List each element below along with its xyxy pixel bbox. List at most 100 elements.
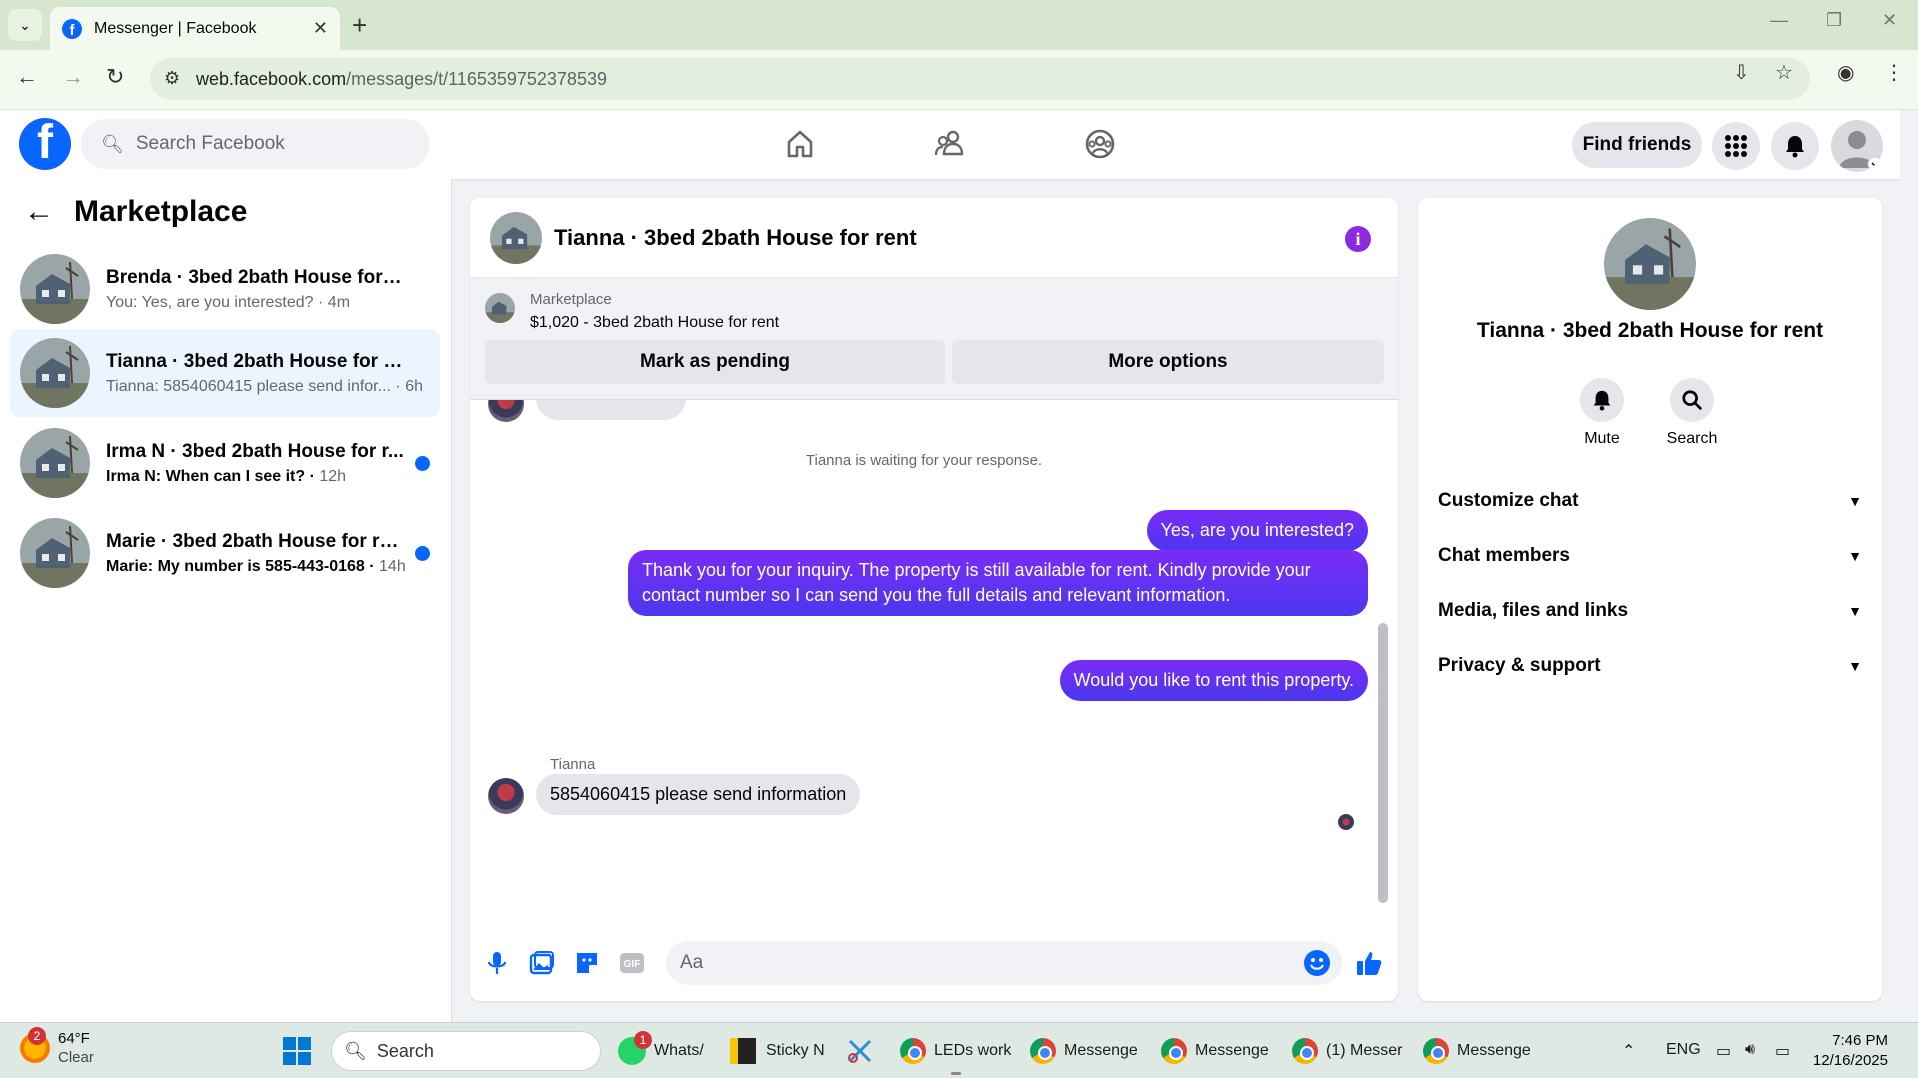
more-options-button[interactable]: More options [952,340,1384,384]
chrome-messenger-taskbar-item[interactable]: Messenge [1161,1033,1269,1069]
sticky-notes-icon [730,1038,756,1064]
chrome-leds-taskbar-item[interactable]: LEDs work [900,1033,1011,1075]
weather-widget[interactable]: 2 64°F Clear [20,1027,94,1067]
sticky-notes-taskbar-item[interactable]: Sticky N [730,1033,825,1069]
customize-chat-section[interactable]: Customize chat ▼ [1438,481,1862,521]
new-tab-button[interactable]: + [352,10,367,41]
scrollbar-thumb[interactable] [1378,623,1388,903]
friends-nav-icon[interactable] [920,124,980,164]
gif-icon[interactable]: GIF [617,948,647,978]
facebook-logo-icon[interactable]: f [19,118,71,170]
taskbar-clock[interactable]: 7:46 PM 12/16/2025 [1813,1031,1888,1071]
tab-search-button[interactable]: ⌄ [8,9,42,41]
privacy-support-section[interactable]: Privacy & support ▼ [1438,646,1862,686]
snipping-tool-icon[interactable] [846,1033,874,1069]
whatsapp-label: Whats/ [654,1042,704,1059]
emoji-icon[interactable] [1304,950,1330,976]
mute-button[interactable]: Mute [1562,378,1642,448]
search-conversation-button[interactable]: Search [1652,378,1732,448]
volume-icon[interactable]: 🔊︎ [1745,1041,1755,1059]
mute-label: Mute [1584,430,1620,447]
url-field[interactable]: ⚙ web.facebook.com/messages/t/1165359752… [150,58,1810,100]
bookmark-star-icon[interactable]: ☆ [1775,60,1793,85]
mark-as-pending-button[interactable]: Mark as pending [485,340,945,384]
media-files-links-section[interactable]: Media, files and links ▼ [1438,591,1862,631]
groups-nav-icon[interactable] [1070,124,1130,164]
section-label: Privacy & support [1438,655,1601,676]
reload-icon[interactable]: ↻ [106,64,124,90]
language-indicator[interactable]: ENG [1666,1041,1701,1059]
microphone-icon[interactable] [482,948,512,978]
section-label: Chat members [1438,545,1570,566]
facebook-search-input[interactable]: 🔍︎ Search Facebook [81,119,430,169]
conversation-item[interactable]: Brenda · 3bed 2bath House for rent You: … [10,245,440,333]
taskbar-search[interactable]: 🔍︎ Search [331,1031,601,1071]
browser-menu-icon[interactable]: ⋮ [1884,60,1904,85]
chat-house-thumbnail[interactable] [490,211,542,264]
chrome-icon [1292,1038,1318,1064]
house-thumbnail [20,428,90,498]
weather-badge: 2 [28,1027,46,1045]
message-thread: Tianna is waiting for your response. Yes… [470,400,1398,930]
weather-condition: Clear [58,1049,94,1066]
profile-icon[interactable]: ◉ [1837,60,1854,85]
conversation-preview: Tianna: 5854060415 please send infor... … [106,377,423,395]
conversation-item-active[interactable]: Tianna · 3bed 2bath House for rent Tiann… [10,329,440,417]
find-friends-button[interactable]: Find friends [1572,122,1702,168]
notifications-bell-icon[interactable] [1771,122,1819,170]
read-receipt-avatar [1338,814,1354,830]
details-house-thumbnail [1604,218,1696,310]
preview-text: Marie: My number is 585-443-0168 [106,557,365,575]
conversation-item[interactable]: Irma N · 3bed 2bath House for r... Irma … [10,419,440,507]
chat-members-section[interactable]: Chat members ▼ [1438,536,1862,576]
forward-icon[interactable]: → [62,64,84,90]
chrome-messenger-taskbar-item[interactable]: Messenge [1030,1033,1138,1069]
page-scrollbar[interactable] [1900,110,1918,1022]
home-nav-icon[interactable] [770,124,830,164]
whatsapp-taskbar-item[interactable]: 1 Whats/ [618,1031,704,1069]
sidebar-header: ← Marketplace [24,195,247,229]
search-placeholder: Search Facebook [135,133,285,154]
marketplace-listing-banner: Marketplace $1,020 - 3bed 2bath House fo… [470,278,1398,400]
windows-start-icon[interactable] [282,1033,312,1069]
account-avatar[interactable] [1831,120,1883,172]
message-bubble-in: 5854060415 please send information [536,774,861,815]
network-icon[interactable]: ▭ [1716,1041,1731,1061]
battery-icon[interactable]: ▭ [1775,1041,1790,1061]
browser-tab[interactable]: f Messenger | Facebook ✕ [50,7,340,50]
restore-icon[interactable]: ❐ [1826,10,1842,31]
info-icon[interactable]: i [1345,226,1371,252]
thumbs-up-icon[interactable] [1354,948,1384,978]
preview-time: 14h [379,557,406,575]
message-input[interactable]: Aa [666,941,1342,985]
conversation-name: Tianna · 3bed 2bath House for rent [106,350,406,372]
weather-temp: 64°F [58,1030,90,1047]
minimize-icon[interactable]: — [1770,10,1788,31]
whatsapp-icon: 1 [618,1031,652,1065]
chrome-icon [1030,1038,1056,1064]
chrome-messenger-taskbar-item[interactable]: Messenge [1423,1033,1531,1069]
svg-text:GIF: GIF [624,959,641,970]
photo-attach-icon[interactable] [527,948,557,978]
conversation-item[interactable]: Marie · 3bed 2bath House for rent Marie:… [10,509,440,597]
conversation-preview: Irma N: When can I see it? · 12h [106,467,347,485]
preview-time: 4m [327,293,351,311]
back-arrow-icon[interactable]: ← [24,195,54,229]
search-icon [1670,378,1714,422]
whatsapp-badge: 1 [634,1031,652,1049]
close-tab-icon[interactable]: ✕ [313,18,328,39]
message-bubble-out: Thank you for your inquiry. The property… [628,550,1368,616]
menu-grid-icon[interactable] [1712,122,1760,170]
chat-title[interactable]: Tianna · 3bed 2bath House for rent [554,225,917,251]
install-app-icon[interactable]: ⇩ [1733,60,1750,85]
thread-scrollbar[interactable] [1378,403,1388,923]
listing-title[interactable]: $1,020 - 3bed 2bath House for rent [530,314,779,332]
show-hidden-icons-icon[interactable]: ⌃ [1622,1041,1635,1061]
messenger-label: (1) Messer [1326,1042,1403,1059]
close-window-icon[interactable]: ✕ [1882,10,1897,31]
chrome-messenger-taskbar-item[interactable]: (1) Messer [1292,1033,1402,1069]
sticker-icon[interactable] [572,948,602,978]
address-bar-row: ← → ↻ ⚙ web.facebook.com/messages/t/1165… [0,50,1918,110]
site-info-icon[interactable]: ⚙ [164,68,180,89]
back-icon[interactable]: ← [16,64,38,90]
